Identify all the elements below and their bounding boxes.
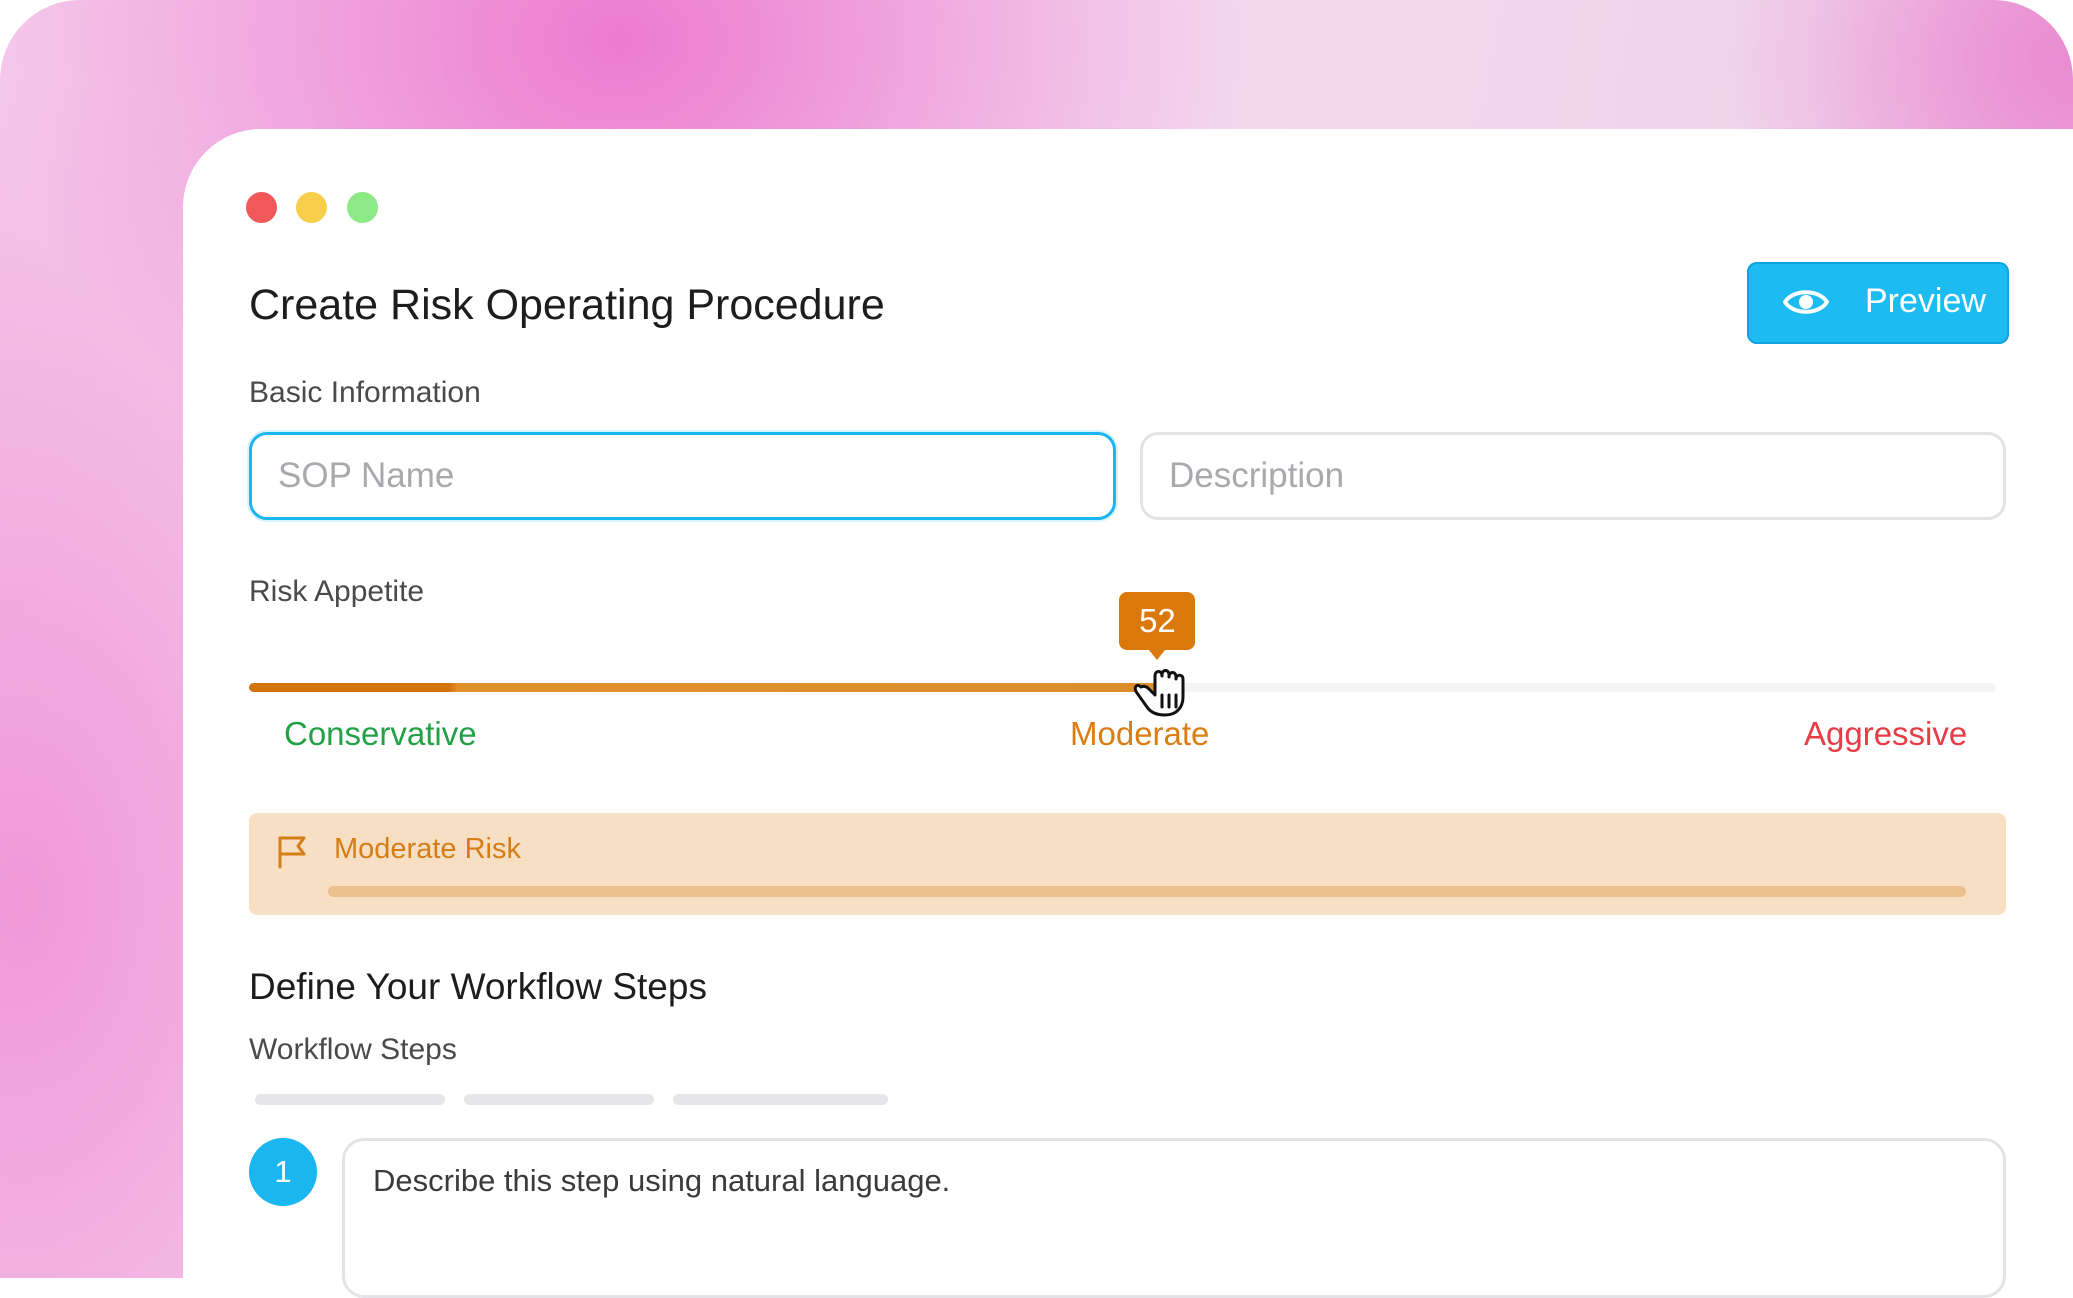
risk-appetite-slider[interactable] bbox=[249, 683, 1996, 692]
description-input[interactable] bbox=[1140, 432, 2006, 520]
basic-information-label: Basic Information bbox=[249, 376, 481, 409]
step-number-badge: 1 bbox=[249, 1138, 317, 1206]
slider-fill bbox=[249, 683, 1158, 692]
window-minimize-button[interactable] bbox=[296, 192, 327, 223]
slider-value-tooltip: 52 bbox=[1119, 592, 1196, 660]
step-description-input[interactable]: Describe this step using natural languag… bbox=[342, 1138, 2006, 1298]
flag-icon bbox=[278, 836, 306, 869]
preview-button-label: Preview bbox=[1865, 282, 1986, 320]
page-title: Create Risk Operating Procedure bbox=[249, 281, 885, 329]
risk-level-bar bbox=[328, 886, 1966, 897]
skeleton-placeholder bbox=[255, 1094, 445, 1105]
app-window: Create Risk Operating Procedure Preview … bbox=[183, 129, 2073, 1298]
moderate-label: Moderate bbox=[1070, 715, 1210, 752]
conservative-label: Conservative bbox=[284, 715, 477, 752]
skeleton-placeholder bbox=[464, 1094, 654, 1105]
preview-button[interactable]: Preview bbox=[1747, 262, 2009, 344]
window-maximize-button[interactable] bbox=[347, 192, 378, 223]
eye-icon bbox=[1783, 290, 1829, 314]
workflow-section-heading: Define Your Workflow Steps bbox=[249, 966, 707, 1007]
risk-level-text: Moderate Risk bbox=[334, 833, 521, 865]
workflow-steps-label: Workflow Steps bbox=[249, 1033, 457, 1066]
grab-hand-cursor-icon[interactable] bbox=[1129, 657, 1189, 719]
window-close-button[interactable] bbox=[246, 192, 277, 223]
risk-level-banner: Moderate Risk bbox=[249, 813, 2006, 915]
skeleton-placeholder bbox=[673, 1094, 888, 1105]
risk-appetite-label: Risk Appetite bbox=[249, 575, 425, 608]
sop-name-input[interactable] bbox=[249, 432, 1116, 520]
aggressive-label: Aggressive bbox=[1804, 715, 1968, 752]
